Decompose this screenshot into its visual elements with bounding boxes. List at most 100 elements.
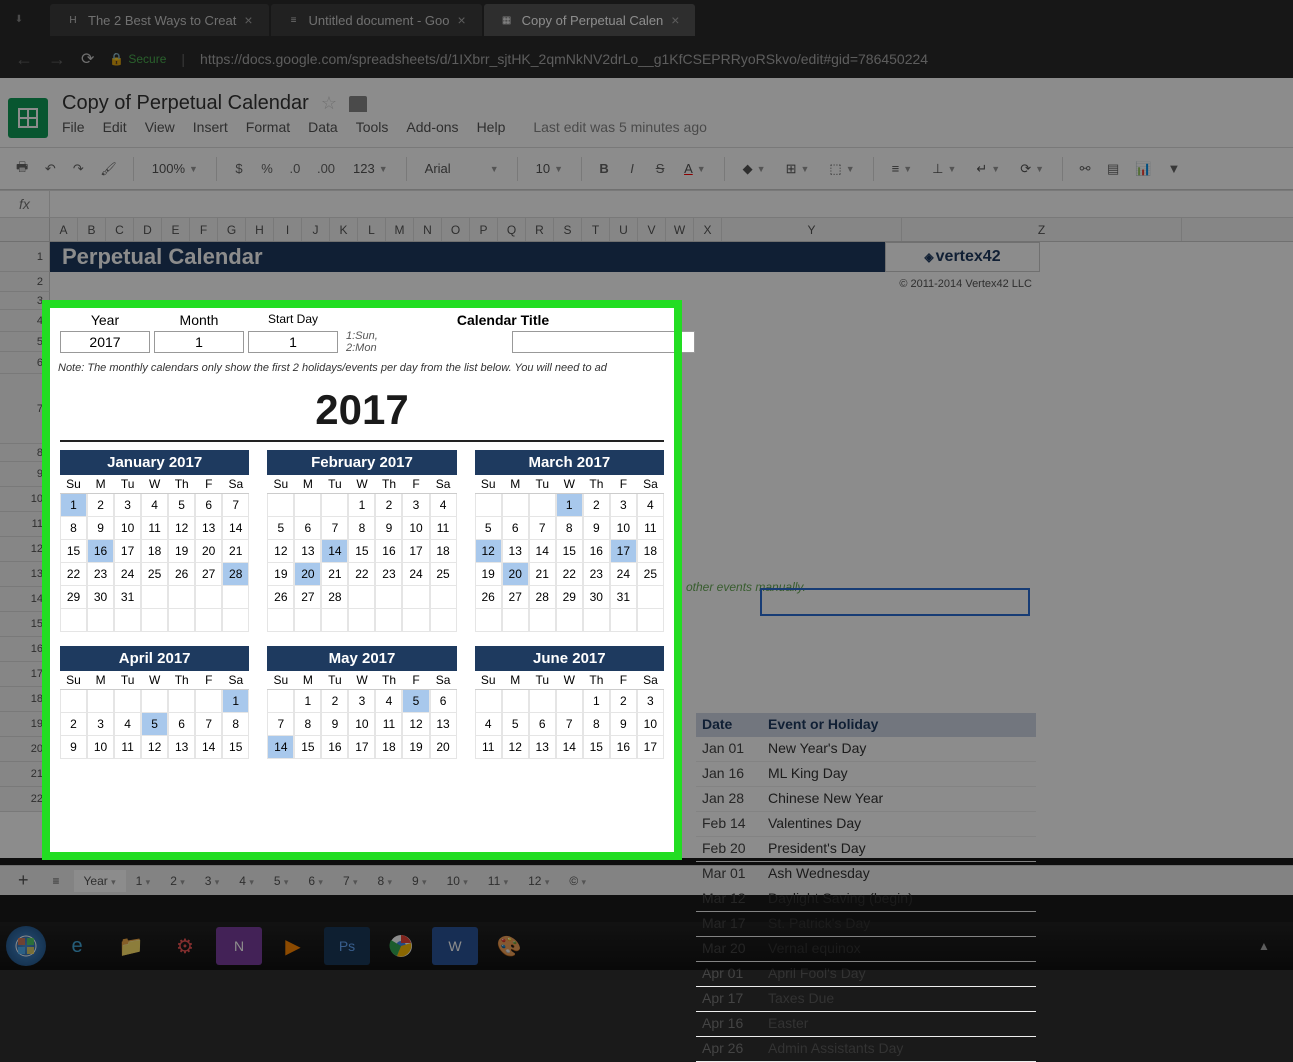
rotate-icon[interactable]: ⟳▼ [1012, 157, 1052, 181]
event-row[interactable]: Mar 12Daylight Saving (begin) [696, 887, 1036, 912]
calendar-cell[interactable]: 1 [222, 690, 249, 713]
sheet-tab[interactable]: 8 ▾ [367, 870, 402, 892]
row-header[interactable]: 5 [0, 332, 50, 352]
calendar-cell[interactable]: 1 [348, 494, 375, 517]
column-header[interactable]: C [106, 218, 134, 241]
calendar-cell[interactable]: 19 [475, 563, 502, 586]
event-row[interactable]: Apr 16Easter [696, 1012, 1036, 1037]
column-header[interactable]: Y [722, 218, 902, 241]
calendar-cell[interactable]: 14 [321, 540, 348, 563]
calendar-cell[interactable]: 11 [141, 517, 168, 540]
document-title[interactable]: Copy of Perpetual Calendar [62, 92, 309, 115]
column-header[interactable]: J [302, 218, 330, 241]
row-header[interactable]: 10 [0, 487, 50, 512]
calendar-cell[interactable]: 8 [60, 517, 87, 540]
merge-icon[interactable]: ⬚▼ [821, 157, 862, 181]
row-header[interactable]: 15 [0, 612, 50, 637]
h-align-icon[interactable]: ≡▼ [884, 157, 921, 180]
year-input[interactable] [60, 331, 150, 353]
calendar-cell[interactable]: 29 [60, 586, 87, 609]
calendar-cell[interactable]: 7 [267, 713, 294, 736]
column-header[interactable]: W [666, 218, 694, 241]
calendar-cell[interactable]: 11 [375, 713, 402, 736]
sheet-tab[interactable]: Year ▾ [74, 870, 126, 892]
column-header[interactable]: X [694, 218, 722, 241]
calendar-cell[interactable]: 8 [294, 713, 321, 736]
calendar-cell[interactable]: 17 [402, 540, 429, 563]
calendar-cell[interactable]: 9 [583, 517, 610, 540]
column-header[interactable]: H [246, 218, 274, 241]
calendar-cell[interactable]: 2 [321, 690, 348, 713]
calendar-cell[interactable]: 8 [583, 713, 610, 736]
calendar-cell[interactable]: 30 [583, 586, 610, 609]
chart-icon[interactable]: 📊 [1129, 157, 1157, 181]
calendar-cell[interactable]: 25 [141, 563, 168, 586]
sheet-tab[interactable]: 5 ▾ [264, 870, 299, 892]
taskbar-word-icon[interactable]: W [432, 927, 478, 965]
row-header[interactable]: 9 [0, 462, 50, 487]
calendar-cell[interactable]: 3 [114, 494, 141, 517]
calendar-cell[interactable]: 13 [529, 736, 556, 759]
calendar-cell[interactable]: 14 [556, 736, 583, 759]
calendar-cell[interactable]: 10 [402, 517, 429, 540]
calendar-cell[interactable]: 24 [114, 563, 141, 586]
calendar-cell[interactable]: 22 [60, 563, 87, 586]
calendar-cell[interactable]: 7 [222, 494, 249, 517]
column-header[interactable]: P [470, 218, 498, 241]
calendar-cell[interactable]: 25 [430, 563, 457, 586]
calendar-cell[interactable]: 2 [375, 494, 402, 517]
column-header[interactable]: Z [902, 218, 1182, 241]
sheet-tab[interactable]: 4 ▾ [229, 870, 264, 892]
calendar-cell[interactable]: 17 [610, 540, 637, 563]
wrap-icon[interactable]: ↵▼ [968, 157, 1008, 181]
column-header[interactable]: B [78, 218, 106, 241]
calendar-cell[interactable]: 3 [610, 494, 637, 517]
calendar-cell[interactable]: 5 [267, 517, 294, 540]
calendar-cell[interactable]: 24 [402, 563, 429, 586]
calendar-cell[interactable]: 20 [195, 540, 222, 563]
select-all-corner[interactable] [0, 218, 50, 241]
calendar-cell[interactable]: 31 [610, 586, 637, 609]
calendar-cell[interactable]: 16 [321, 736, 348, 759]
browser-tab[interactable]: ≡Untitled document - Goo× [271, 4, 482, 36]
calendar-cell[interactable]: 9 [375, 517, 402, 540]
bold-icon[interactable]: B [592, 157, 616, 180]
row-header[interactable]: 2 [0, 272, 50, 292]
taskbar-video-icon[interactable]: ▶ [270, 927, 316, 965]
calendar-cell[interactable]: 15 [348, 540, 375, 563]
calendar-cell[interactable]: 4 [375, 690, 402, 713]
url-text[interactable]: https://docs.google.com/spreadsheets/d/1… [200, 51, 1278, 67]
calendar-cell[interactable]: 4 [141, 494, 168, 517]
calendar-cell[interactable]: 11 [430, 517, 457, 540]
calendar-cell[interactable]: 2 [60, 713, 87, 736]
calendar-cell[interactable]: 6 [294, 517, 321, 540]
row-header[interactable]: 11 [0, 512, 50, 537]
calendar-cell[interactable]: 23 [583, 563, 610, 586]
calendar-cell[interactable]: 5 [502, 713, 529, 736]
calendar-cell[interactable]: 18 [637, 540, 664, 563]
row-header[interactable]: 4 [0, 310, 50, 332]
calendar-cell[interactable]: 6 [168, 713, 195, 736]
calendar-cell[interactable]: 31 [114, 586, 141, 609]
calendar-cell[interactable]: 17 [114, 540, 141, 563]
calendar-cell[interactable]: 10 [637, 713, 664, 736]
calendar-cell[interactable]: 9 [87, 517, 114, 540]
calendar-cell[interactable]: 12 [267, 540, 294, 563]
row-header[interactable]: 17 [0, 662, 50, 687]
calendar-cell[interactable]: 28 [222, 563, 249, 586]
column-header[interactable]: R [526, 218, 554, 241]
sheet-tab[interactable]: 9 ▾ [402, 870, 437, 892]
calendar-cell[interactable]: 21 [222, 540, 249, 563]
calendar-cell[interactable]: 15 [60, 540, 87, 563]
calendar-cell[interactable]: 22 [348, 563, 375, 586]
calendar-cell[interactable]: 2 [610, 690, 637, 713]
calendar-cell[interactable]: 28 [321, 586, 348, 609]
menu-format[interactable]: Format [246, 119, 290, 135]
calendar-cell[interactable]: 3 [87, 713, 114, 736]
sheet-tab[interactable]: 6 ▾ [298, 870, 333, 892]
calendar-title-input[interactable] [512, 331, 695, 353]
row-header[interactable]: 18 [0, 687, 50, 712]
calendar-cell[interactable]: 9 [610, 713, 637, 736]
calendar-cell[interactable]: 1 [556, 494, 583, 517]
calendar-cell[interactable]: 19 [402, 736, 429, 759]
